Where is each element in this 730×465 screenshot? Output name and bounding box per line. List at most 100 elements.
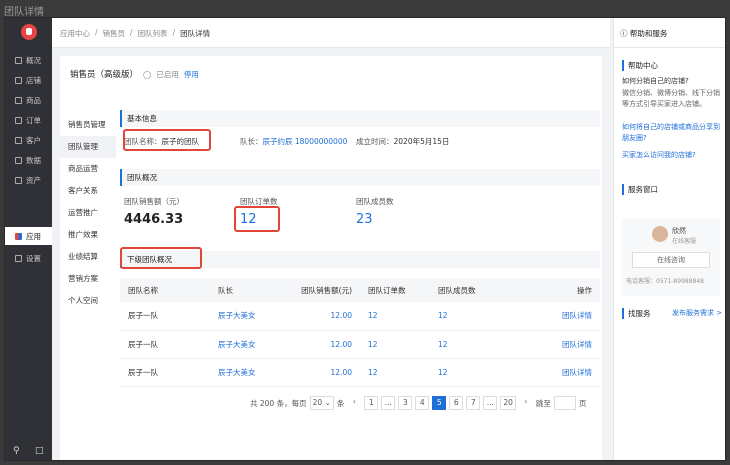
table-row: 辰子一队 辰子大美女 12.00 12 12 团队详情 (120, 358, 600, 387)
help-answer: 微信分销、微博分销、线下分销等方式引导买家进入店铺。 (622, 89, 720, 108)
team-detail-link[interactable]: 团队详情 (520, 302, 600, 331)
breadcrumb-current: 团队详情 (180, 29, 211, 38)
subnav-item-promotion[interactable]: 运营推广 (60, 202, 116, 224)
leader-link[interactable]: 辰子大美女 (210, 330, 290, 359)
pagination: 共 200 条，每页 20 ⌄ 条 ‹ 1 ... 3 4 5 6 7 ... … (250, 396, 586, 410)
page-20[interactable]: 20 (500, 396, 516, 410)
breadcrumb-salesman[interactable]: 销售员 (103, 28, 126, 38)
subnav-item-salesman-mgmt[interactable]: 销售员管理 (60, 114, 116, 136)
subnav-item-team-mgmt[interactable]: 团队管理 (60, 136, 116, 158)
window-title: 团队详情 (4, 7, 44, 18)
subnav-item-marketing[interactable]: 营销方案 (60, 268, 116, 290)
sub-teams-table: 团队名称 队长 团队销售额(元) 团队订单数 团队成员数 操作 辰子一队 辰子大… (120, 278, 600, 387)
help-title: ⓘ 帮助和服务 (614, 18, 725, 48)
col-leader: 队长 (210, 278, 290, 302)
goto-label: 跳至 (535, 398, 551, 408)
consult-button[interactable]: 在线咨询 (632, 252, 710, 268)
settings-icon (15, 254, 22, 262)
page-4[interactable]: 4 (415, 396, 430, 410)
pager-unit: 条 (336, 398, 345, 408)
help-icon: ⓘ (620, 29, 630, 38)
sidebar-item-apps[interactable]: 应用 (5, 227, 52, 245)
help-question: 如何分销自己的店铺? (622, 77, 689, 85)
store-icon (15, 76, 22, 84)
asset-icon (15, 176, 22, 184)
team-detail-link[interactable]: 团队详情 (520, 330, 600, 359)
col-team-name: 团队名称 (120, 278, 210, 302)
agent-status: 在线客服 (672, 238, 697, 245)
apps-icon (15, 232, 22, 240)
sidebar: 概况 店铺 商品 订单 客户 数据 资产 应用 设置 ⚲ □ (5, 18, 52, 460)
subnav-item-product-ops[interactable]: 商品运营 (60, 158, 116, 180)
subnav-item-personal[interactable]: 个人空间 (60, 290, 116, 312)
sidebar-item-customers[interactable]: 客户 (5, 131, 52, 149)
help-link-share[interactable]: 如何将自己的店铺或商品分享到朋友圈? (622, 122, 722, 144)
breadcrumb: 应用中心 / 销售员 / 团队列表 / 团队详情 (52, 18, 610, 48)
table-row: 辰子一队 辰子大美女 12.00 12 12 团队详情 (120, 330, 600, 359)
section-overview: 团队概况 (120, 169, 600, 186)
col-orders[interactable]: 团队订单数 (360, 278, 430, 302)
message-icon[interactable]: □ (35, 446, 44, 456)
subnav-item-promo-effect[interactable]: 推广效果 (60, 224, 116, 246)
help-link-visit[interactable]: 买家怎么访问我的店铺? (622, 150, 722, 161)
section-basic-info: 基本信息 (120, 110, 600, 127)
sidebar-item-assets[interactable]: 资产 (5, 171, 52, 189)
highlight-sub-teams (120, 247, 202, 269)
sales-label: 团队销售额（元） (124, 197, 184, 206)
table-row: 辰子一队 辰子大美女 12.00 12 12 团队详情 (120, 302, 600, 331)
sidebar-item-overview[interactable]: 概况 (5, 51, 52, 69)
col-members[interactable]: 团队成员数 (430, 278, 520, 302)
page-ellipsis[interactable]: ... (483, 396, 498, 410)
members-value[interactable]: 23 (356, 212, 373, 227)
publish-service-link[interactable]: 发布服务需求 > (672, 308, 725, 319)
leader-link[interactable]: 辰子大美女 (210, 358, 290, 387)
page-7[interactable]: 7 (466, 396, 481, 410)
app-logo (21, 24, 37, 40)
sales-value: 4446.33 (124, 212, 184, 227)
col-sales[interactable]: 团队销售额(元) (290, 278, 360, 302)
created-date: 成立时间：2020年5月15日 (356, 137, 450, 146)
order-icon (15, 116, 22, 124)
next-page-icon[interactable]: › (518, 396, 533, 410)
service-heading: 服务窗口 (622, 184, 658, 195)
team-leader: 队长：辰子约辰 18000000000 (240, 137, 348, 146)
page-size-select[interactable]: 20 ⌄ (309, 396, 334, 410)
disable-link[interactable]: 停用 (184, 69, 199, 80)
app-frame: 概况 店铺 商品 订单 客户 数据 资产 应用 设置 ⚲ □ 应用中心 / 销售员… (4, 17, 726, 461)
page-3[interactable]: 3 (398, 396, 413, 410)
main-panel: 销售员（高级版） ◯ 已启用 停用 销售员管理 团队管理 商品运营 客户关系 运… (60, 56, 602, 460)
page-header: 销售员（高级版） ◯ 已启用 停用 (70, 68, 199, 81)
leader-link[interactable]: 辰子约辰 18000000000 (263, 137, 348, 146)
sidebar-item-store[interactable]: 店铺 (5, 71, 52, 89)
service-card: 欣然 在线客服 在线咨询 电话客服：0571-89988848 (622, 218, 720, 296)
page-1[interactable]: 1 (364, 396, 379, 410)
chart-icon (15, 156, 22, 164)
subnav-item-customer-rel[interactable]: 客户关系 (60, 180, 116, 202)
col-actions: 操作 (520, 278, 600, 302)
sidebar-item-data[interactable]: 数据 (5, 151, 52, 169)
status-icon: ◯ (143, 69, 152, 79)
pager-total: 共 200 条，每页 (250, 398, 307, 408)
prev-page-icon[interactable]: ‹ (347, 396, 362, 410)
sidebar-item-settings[interactable]: 设置 (5, 249, 52, 267)
team-detail-link[interactable]: 团队详情 (520, 358, 600, 387)
page-unit: 页 (578, 398, 587, 408)
subnav-item-settlement[interactable]: 业绩结算 (60, 246, 116, 268)
members-label: 团队成员数 (356, 197, 394, 206)
page-6[interactable]: 6 (449, 396, 464, 410)
sidebar-item-orders[interactable]: 订单 (5, 111, 52, 129)
breadcrumb-app-center[interactable]: 应用中心 (60, 28, 90, 38)
leader-link[interactable]: 辰子大美女 (210, 302, 290, 331)
highlight-team-name (123, 129, 211, 151)
page-ellipsis[interactable]: ... (381, 396, 396, 410)
agent-name: 欣然 (672, 227, 686, 235)
help-center-heading: 帮助中心 (622, 60, 658, 71)
search-icon[interactable]: ⚲ (13, 446, 20, 456)
find-service-heading: 找服务 (622, 308, 651, 319)
sidebar-item-products[interactable]: 商品 (5, 91, 52, 109)
highlight-orders (234, 206, 280, 232)
goto-page-input[interactable] (553, 396, 576, 410)
breadcrumb-team-list[interactable]: 团队列表 (138, 28, 168, 38)
page-5[interactable]: 5 (432, 396, 447, 410)
sub-nav: 销售员管理 团队管理 商品运营 客户关系 运营推广 推广效果 业绩结算 营销方案… (60, 114, 116, 312)
